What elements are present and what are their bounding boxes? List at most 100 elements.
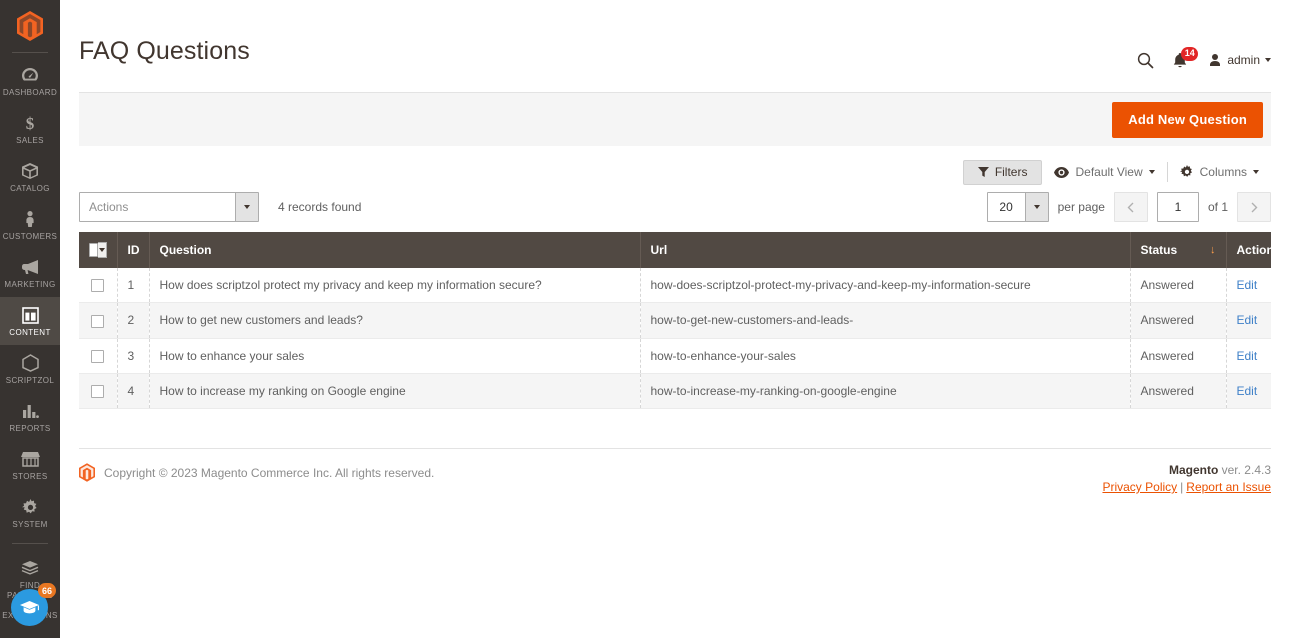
- grid-toolbar: Filters Default View Columns: [79, 146, 1271, 185]
- add-new-question-button[interactable]: Add New Question: [1112, 101, 1263, 138]
- previous-page-button[interactable]: [1113, 192, 1148, 222]
- columns-label: Columns: [1199, 165, 1247, 179]
- puzzle-icon: [21, 558, 39, 578]
- help-center-button[interactable]: 66: [11, 583, 56, 626]
- cell-action: Edit: [1226, 303, 1271, 338]
- chevron-right-icon: [1251, 202, 1257, 212]
- magento-logo-icon: [17, 11, 43, 41]
- sidebar-item-scriptzol[interactable]: SCRIPTZOL: [0, 345, 60, 393]
- global-search-button[interactable]: [1128, 46, 1162, 74]
- edit-link[interactable]: Edit: [1237, 313, 1258, 327]
- sidebar-item-stores[interactable]: STORES: [0, 441, 60, 489]
- row-checkbox[interactable]: [91, 385, 105, 399]
- cell-status: Answered: [1130, 268, 1227, 303]
- table-row[interactable]: 2 How to get new customers and leads? ho…: [79, 302, 1271, 339]
- select-all-header[interactable]: [79, 232, 118, 268]
- current-page-input[interactable]: 1: [1156, 192, 1199, 222]
- footer-right: Magento ver. 2.4.3 Privacy Policy | Report…: [1102, 463, 1271, 494]
- footer-links: Privacy Policy | Report an Issue: [1102, 480, 1271, 494]
- column-header-question[interactable]: Question: [149, 232, 641, 268]
- table-row[interactable]: 1 How does scriptzol protect my privacy …: [79, 268, 1271, 303]
- notification-count-badge: 14: [1181, 46, 1199, 61]
- sidebar-item-label: DASHBOARD: [2, 88, 58, 97]
- cell-id: 2: [117, 302, 150, 339]
- row-checkbox[interactable]: [91, 279, 105, 293]
- sidebar-item-sales[interactable]: $ SALES: [0, 105, 60, 153]
- footer-left: Copyright © 2023 Magento Commerce Inc. A…: [79, 463, 434, 482]
- per-page-select[interactable]: 20: [986, 192, 1049, 222]
- column-header-url[interactable]: Url: [640, 232, 1131, 268]
- sidebar-item-content[interactable]: CONTENT: [0, 297, 60, 345]
- svg-text:$: $: [26, 114, 35, 132]
- table-row[interactable]: 3 How to enhance your sales how-to-enhan…: [79, 338, 1271, 374]
- row-select-cell[interactable]: [79, 302, 118, 339]
- table-row[interactable]: 4 How to increase my ranking on Google e…: [79, 373, 1271, 409]
- cell-url: how-to-enhance-your-sales: [640, 338, 1131, 374]
- edit-link[interactable]: Edit: [1237, 278, 1258, 292]
- table-body: 1 How does scriptzol protect my privacy …: [79, 268, 1271, 409]
- records-found-label: 4 records found: [278, 200, 362, 214]
- cell-id: 3: [117, 338, 150, 374]
- brand-name: Magento: [1168, 463, 1219, 477]
- sidebar-item-dashboard[interactable]: DASHBOARD: [0, 57, 60, 105]
- dashboard-icon: [21, 65, 39, 85]
- edit-link[interactable]: Edit: [1237, 384, 1258, 398]
- notifications-button[interactable]: 14: [1162, 46, 1199, 69]
- grid-controls: Actions 4 records found 20 per page 1 of…: [79, 190, 1271, 224]
- filters-button[interactable]: Filters: [962, 159, 1043, 185]
- gear-icon: [21, 497, 39, 517]
- edit-link[interactable]: Edit: [1237, 349, 1258, 363]
- magento-logo[interactable]: [0, 0, 60, 44]
- default-view-selector[interactable]: Default View: [1042, 160, 1166, 185]
- grid-controls-left: Actions 4 records found: [79, 192, 361, 222]
- cell-url: how-to-get-new-customers-and-leads-: [640, 302, 1131, 339]
- column-header-id[interactable]: ID: [117, 232, 150, 268]
- chevron-left-icon: [1127, 202, 1134, 212]
- sidebar-item-marketing[interactable]: MARKETING: [0, 249, 60, 297]
- chevron-down-icon[interactable]: [97, 242, 107, 258]
- columns-selector[interactable]: Columns: [1168, 160, 1271, 185]
- sidebar-item-customers[interactable]: CUSTOMERS: [0, 201, 60, 249]
- cell-id: 1: [117, 268, 150, 303]
- funnel-icon: [977, 167, 989, 177]
- sidebar-item-catalog[interactable]: CATALOG: [0, 153, 60, 201]
- next-page-button[interactable]: [1237, 192, 1271, 222]
- select-all-checkbox[interactable]: [89, 243, 98, 257]
- report-issue-link[interactable]: Report an Issue: [1186, 480, 1271, 494]
- cell-url: how-to-increase-my-ranking-on-google-eng…: [640, 373, 1131, 409]
- sidebar-item-reports[interactable]: REPORTS: [0, 393, 60, 441]
- sidebar-item-system[interactable]: SYSTEM: [0, 489, 60, 537]
- store-icon: [20, 449, 40, 469]
- column-header-status[interactable]: Status ↓: [1130, 232, 1227, 268]
- header-actions: 14 admin: [1128, 36, 1271, 74]
- copyright-text: Copyright © 2023 Magento Commerce Inc. A…: [104, 465, 435, 480]
- row-select-cell[interactable]: [79, 373, 118, 409]
- table-header-row: ID Question Url Status ↓ Action: [79, 232, 1274, 268]
- admin-user-menu[interactable]: admin: [1208, 53, 1271, 68]
- row-select-cell[interactable]: [79, 338, 118, 374]
- admin-page: DASHBOARD $ SALES CATALOG CUSTOMERS MARK…: [0, 0, 1290, 638]
- sidebar-divider-bottom: [12, 543, 48, 544]
- row-select-cell[interactable]: [79, 268, 118, 303]
- sidebar: DASHBOARD $ SALES CATALOG CUSTOMERS MARK…: [0, 0, 60, 638]
- faq-questions-table: ID Question Url Status ↓ Action 1 How do…: [79, 232, 1274, 409]
- cell-question: How to get new customers and leads?: [149, 302, 641, 339]
- sidebar-item-label: STORES: [12, 472, 48, 481]
- total-pages-label: of 1: [1207, 200, 1228, 214]
- row-checkbox[interactable]: [91, 314, 105, 328]
- sidebar-divider-top: [12, 52, 48, 53]
- privacy-policy-link[interactable]: Privacy Policy: [1102, 480, 1177, 494]
- chevron-down-icon: [235, 193, 258, 221]
- row-checkbox[interactable]: [91, 349, 105, 363]
- cell-action: Edit: [1226, 373, 1271, 408]
- sidebar-item-label: REPORTS: [9, 424, 51, 433]
- sidebar-item-label: MARKETING: [4, 280, 56, 289]
- help-badge: 66: [38, 583, 56, 598]
- megaphone-icon: [21, 257, 40, 277]
- cell-question: How to increase my ranking on Google eng…: [149, 373, 641, 409]
- mass-actions-select[interactable]: Actions: [79, 192, 259, 222]
- column-header-action: Action: [1226, 232, 1274, 268]
- sidebar-item-label: CATALOG: [10, 184, 50, 193]
- sidebar-item-label: SALES: [16, 136, 44, 145]
- cell-url: how-does-scriptzol-protect-my-privacy-an…: [640, 268, 1131, 303]
